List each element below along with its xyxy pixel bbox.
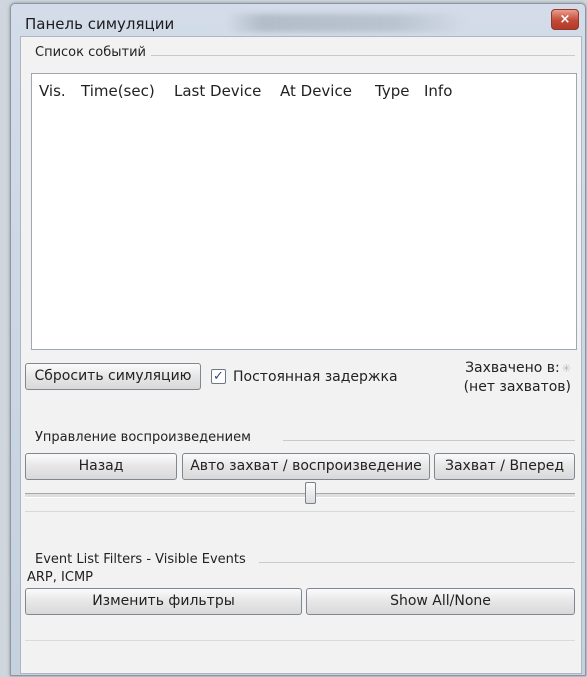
visible-events-value: ARP, ICMP: [27, 570, 93, 585]
close-button[interactable]: ×: [551, 9, 579, 30]
slider-divider: [25, 511, 575, 512]
column-header-time[interactable]: Time(sec): [81, 82, 155, 100]
filters-group-label: Event List Filters - Visible Events: [35, 552, 246, 567]
captured-label: Захвачено в:: [465, 360, 560, 376]
show-all-none-button[interactable]: Show All/None: [306, 588, 575, 615]
bottom-divider: [25, 640, 575, 641]
edit-filters-button[interactable]: Изменить фильтры: [25, 588, 302, 615]
asterisk-icon: ✳: [561, 362, 571, 375]
panel-body: Список событий Vis. Time(sec) Last Devic…: [20, 36, 582, 674]
auto-capture-play-button[interactable]: Авто захват / воспроизведение: [182, 453, 430, 480]
back-button[interactable]: Назад: [25, 453, 177, 480]
playback-group-label: Управление воспроизведением: [35, 430, 251, 445]
playback-speed-slider-thumb[interactable]: [305, 482, 317, 504]
column-header-type[interactable]: Type: [375, 82, 409, 100]
capture-forward-button[interactable]: Захват / Вперед: [434, 453, 575, 480]
event-list-group-label: Список событий: [35, 45, 146, 60]
simulation-panel-window: Панель симуляции × Список событий Vis. T…: [10, 3, 586, 676]
reset-simulation-button[interactable]: Сбросить симуляцию: [25, 363, 201, 390]
column-header-info[interactable]: Info: [424, 82, 452, 100]
column-header-vis[interactable]: Vis.: [39, 82, 66, 100]
column-header-last-device[interactable]: Last Device: [174, 82, 261, 100]
event-list-group-line: [151, 55, 575, 56]
playback-group-line: [283, 440, 575, 441]
playback-speed-slider-track[interactable]: [25, 493, 575, 498]
captured-value: (нет захватов): [463, 379, 571, 395]
constant-delay-label: Постоянная задержка: [233, 369, 398, 385]
captured-info: Захвачено в: ✳ (нет захватов): [464, 359, 571, 397]
event-list[interactable]: Vis. Time(sec) Last Device At Device Typ…: [31, 73, 577, 350]
title-bar-blur: [226, 14, 466, 32]
column-header-at-device[interactable]: At Device: [280, 82, 352, 100]
filters-group-line: [259, 562, 575, 563]
window-title: Панель симуляции: [25, 15, 175, 33]
constant-delay-checkbox[interactable]: ✓: [211, 369, 226, 384]
checkmark-icon: ✓: [213, 369, 224, 384]
